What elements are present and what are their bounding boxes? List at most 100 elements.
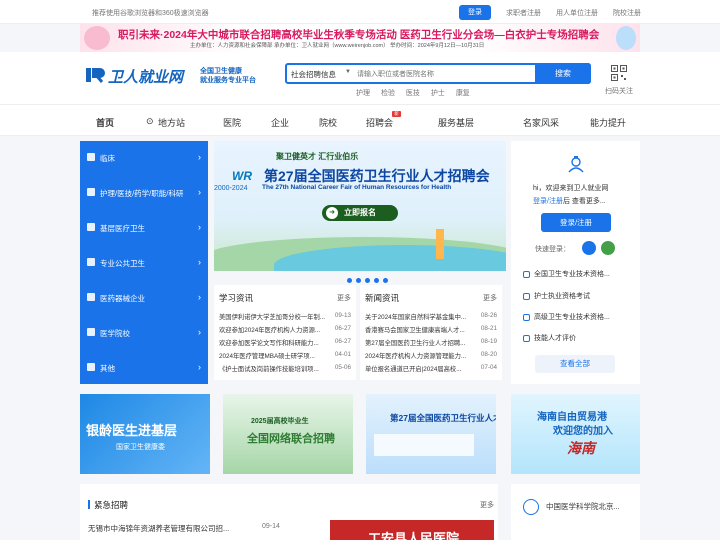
carousel-dot[interactable] — [347, 278, 352, 283]
nav-hospital[interactable]: 医院 — [223, 116, 241, 129]
employer-register-link[interactable]: 用人单位注册 — [556, 8, 598, 18]
document-icon — [523, 313, 530, 321]
chevron-right-icon: › — [198, 257, 201, 267]
hot-keyword[interactable]: 护理 — [356, 90, 370, 97]
category-item-pharma[interactable]: 医药器械企业 › — [80, 281, 208, 316]
top-bar: 推荐使用谷歌浏览器和360极速浏览器 登录 求职者注册 用人单位注册 院校注册 — [0, 0, 720, 24]
ad-senior-doctors[interactable]: 银龄医生进基层 国家卫生健康委 — [80, 394, 210, 474]
school-register-link[interactable]: 院校注册 — [613, 8, 641, 18]
site-logo-text[interactable]: 卫人就业网 — [108, 66, 183, 87]
more-link[interactable]: 更多 — [480, 500, 494, 510]
list-item[interactable]: 2024年医疗机构人力资源管理能力... 08-20 — [365, 351, 497, 363]
category-item-other[interactable]: 其他 › — [80, 351, 208, 386]
main-nav: 首页 ⊙ 地方站 医院 企业 院校 招聘会 新 服务基层 名家风采 能力提升 — [0, 104, 720, 136]
login-register-button[interactable]: 登录/注册 — [541, 213, 611, 232]
search-input[interactable] — [357, 67, 527, 81]
ad-hainan[interactable]: 海南自由贸易港 欢迎您的加入 海南 — [511, 394, 640, 474]
nurse-illustration — [84, 26, 110, 50]
category-icon — [87, 363, 95, 371]
hospital-ad[interactable]: 工安县人民医院 — [330, 520, 494, 540]
hot-keywords: 护理 检验 医技 护士 康复 — [356, 88, 479, 98]
item-title: 2024年医疗管理MBA硕士研学项... — [219, 353, 315, 360]
nav-location-icon: ⊙ — [146, 116, 154, 126]
list-item[interactable]: 《护士面试及岗前操作技能培训项... 05-06 — [219, 364, 351, 376]
nav-grassroots[interactable]: 服务基层 — [438, 116, 474, 129]
service-label: 高级卫生专业技术资格... — [534, 314, 610, 321]
item-date: 08-26 — [480, 312, 497, 319]
ad-title: 全国网络联合招聘 — [247, 433, 335, 445]
login-register-link[interactable]: 登录/注册 — [533, 198, 563, 205]
badge-icon — [523, 334, 530, 342]
service-link[interactable]: 全国卫生专业技术资格... — [523, 269, 610, 279]
category-label: 临床 — [100, 154, 115, 163]
nav-enterprise[interactable]: 企业 — [271, 116, 289, 129]
login-button[interactable]: 登录 — [459, 5, 491, 20]
search-box: 社会招聘信息 ▼ 搜索 — [285, 63, 591, 84]
welcome-text: hi，欢迎来到卫人就业网 — [533, 185, 609, 192]
carousel-dot[interactable] — [356, 278, 361, 283]
list-item[interactable]: 欢迎参加医学论文写作和科研能力... 06-27 — [219, 338, 351, 350]
more-link[interactable]: 更多 — [483, 293, 497, 303]
list-item[interactable]: 美国伊利诺伊大学芝加哥分校一年制... 09-13 — [219, 312, 351, 324]
item-title: 关于2024年国家自然科学基金集中... — [365, 314, 467, 321]
jobseeker-register-link[interactable]: 求职者注册 — [506, 8, 541, 18]
top-banner[interactable]: 职引未来·2024年大中城市联合招聘高校毕业生秋季专场活动 医药卫生行业分会场—… — [80, 24, 640, 52]
featured-org[interactable]: 中国医学科学院北京... — [511, 484, 640, 540]
list-item[interactable]: 关于2024年国家自然科学基金集中... 08-26 — [365, 312, 497, 324]
hot-keyword[interactable]: 医技 — [406, 90, 420, 97]
category-item-public-health[interactable]: 专业公共卫生 › — [80, 246, 208, 281]
list-item[interactable]: 2024年医疗管理MBA硕士研学项... 04-01 — [219, 351, 351, 363]
item-title: 欢迎参加医学论文写作和科研能力... — [219, 340, 319, 347]
user-panel: hi，欢迎来到卫人就业网 登录/注册后 查看更多... 登录/注册 快速登录： … — [511, 141, 640, 384]
login-prompt-suffix: 后 查看更多... — [562, 198, 606, 205]
nav-skill-improve[interactable]: 能力提升 — [590, 116, 626, 129]
ad-title: 银龄医生进基层 — [86, 423, 178, 438]
list-item[interactable]: 单位报名通道已开启|2024届高校... 07-04 — [365, 364, 497, 376]
more-link[interactable]: 更多 — [337, 293, 351, 303]
search-button[interactable]: 搜索 — [535, 63, 591, 84]
list-item[interactable]: 第27届全国医药卫生行业人才招聘... 08-19 — [365, 338, 497, 350]
job-link[interactable]: 无锡市中海锦年资湖养老管理有限公司招... — [88, 523, 229, 534]
service-link[interactable]: 高级卫生专业技术资格... — [523, 312, 610, 322]
hot-keyword[interactable]: 护士 — [431, 90, 445, 97]
category-item-primary-care[interactable]: 基层医疗卫生 › — [80, 211, 208, 246]
chevron-right-icon: › — [198, 327, 201, 337]
ad-subtitle: 国家卫生健康委 — [116, 444, 165, 451]
qr-code-icon[interactable] — [611, 65, 627, 81]
site-logo-icon[interactable] — [86, 66, 106, 84]
search-category-select[interactable]: 社会招聘信息 — [291, 69, 336, 80]
study-news-panel: 学习资讯 更多 美国伊利诺伊大学芝加哥分校一年制... 09-13 欢迎参加202… — [214, 285, 356, 380]
carousel-dot[interactable] — [374, 278, 379, 283]
list-item[interactable]: 欢迎参加2024年医疗机构人力资源... 06-27 — [219, 325, 351, 337]
category-label: 护理/医技/药学/职能/科研 — [100, 189, 184, 198]
item-date: 05-06 — [334, 364, 351, 371]
nav-job-fair[interactable]: 招聘会 — [366, 116, 393, 129]
service-link[interactable]: 护士执业资格考试 — [523, 291, 590, 301]
ad-27th-job-fair[interactable]: 第27届全国医药卫生行业人才招聘会 — [366, 394, 496, 474]
service-link[interactable]: 技能人才评价 — [523, 333, 576, 343]
wechat-login-icon[interactable] — [601, 241, 615, 255]
qq-login-icon[interactable] — [582, 241, 596, 255]
view-all-button[interactable]: 查看全部 — [535, 355, 615, 373]
carousel-dot[interactable] — [383, 278, 388, 283]
nav-experts[interactable]: 名家风采 — [523, 116, 559, 129]
nav-home[interactable]: 首页 — [96, 116, 114, 129]
nav-local-station[interactable]: 地方站 — [158, 116, 185, 129]
category-item-nursing[interactable]: 护理/医技/药学/职能/科研 › — [80, 176, 208, 211]
ad-online-job-fair[interactable]: 2025届高校毕业生 全国网络联合招聘 — [223, 394, 353, 474]
hot-keyword[interactable]: 检验 — [381, 90, 395, 97]
carousel-dot[interactable] — [365, 278, 370, 283]
slogan-line-1: 全国卫生健康 — [200, 68, 242, 75]
list-item[interactable]: 香港赛马会国家卫生健康高端人才... 08-21 — [365, 325, 497, 337]
ad-title: 海南自由贸易港 — [537, 412, 607, 423]
category-label: 专业公共卫生 — [100, 259, 145, 268]
hot-keyword[interactable]: 康复 — [456, 90, 470, 97]
nav-school[interactable]: 院校 — [319, 116, 337, 129]
user-icon — [523, 292, 530, 300]
category-item-medical-school[interactable]: 医学院校 › — [80, 316, 208, 351]
panel-title: 学习资讯 — [219, 293, 254, 303]
header: 卫人就业网 全国卫生健康 就业服务专业平台 社会招聘信息 ▼ 搜索 护理 检验 … — [0, 52, 720, 104]
category-icon — [87, 293, 95, 301]
service-label: 护士执业资格考试 — [534, 293, 590, 300]
category-item-clinical[interactable]: 临床 › — [80, 141, 208, 176]
